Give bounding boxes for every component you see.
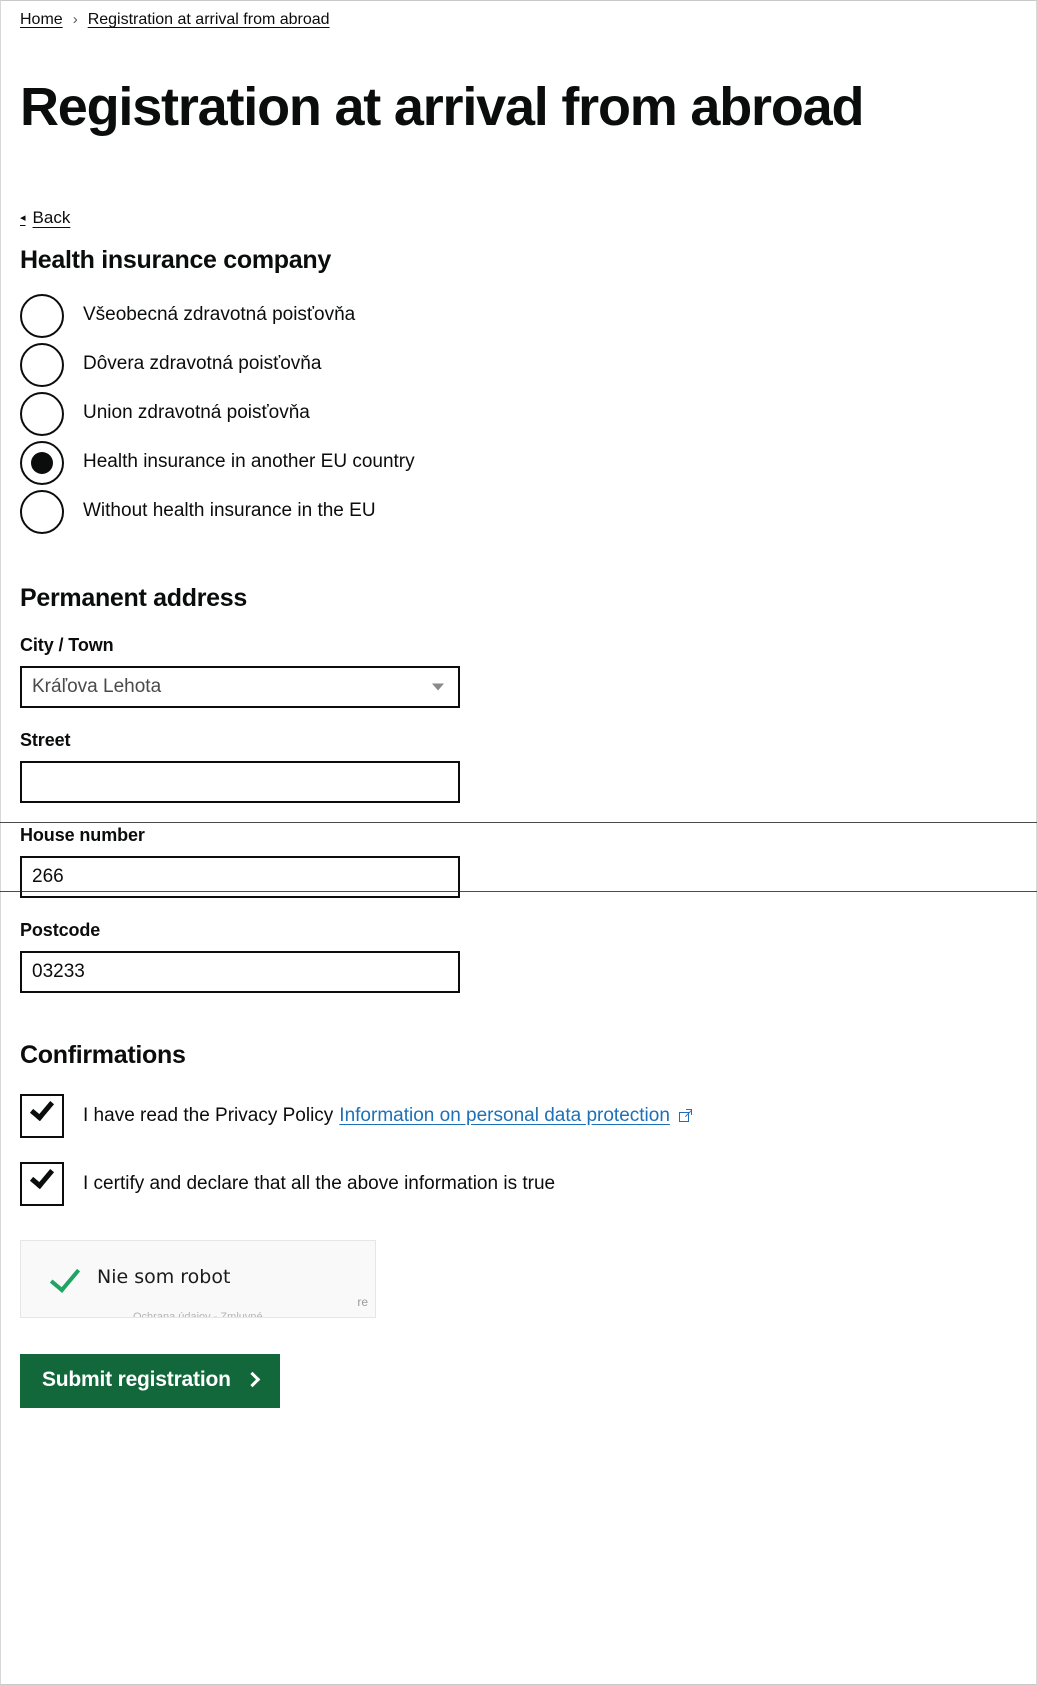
radio-icon[interactable] — [20, 342, 64, 387]
city-select-value: Kráľova Lehota — [32, 676, 162, 698]
confirmations-heading: Confirmations — [20, 1041, 186, 1070]
chevron-down-icon[interactable] — [432, 683, 444, 691]
arrow-left-icon: ◂ — [20, 211, 26, 224]
truth-declaration-checkbox-row[interactable]: I certify and declare that all the above… — [20, 1162, 1017, 1207]
external-link-icon[interactable] — [678, 1109, 692, 1123]
postcode-input[interactable]: 03233 — [20, 951, 460, 994]
house-number-input-value: 266 — [32, 866, 64, 888]
page-title: Registration at arrival from abroad — [20, 77, 864, 137]
privacy-policy-lead-text: I have read the Privacy Policy — [83, 1105, 334, 1127]
personal-data-protection-link[interactable]: Information on personal data protection — [339, 1104, 670, 1128]
privacy-policy-checkbox-row[interactable]: I have read the Privacy Policy Informati… — [20, 1094, 1017, 1139]
radio-option-label: Without health insurance in the EU — [83, 500, 376, 522]
postcode-field-label: Postcode — [20, 920, 101, 941]
postcode-field: Postcode 03233 — [20, 920, 1017, 994]
street-input[interactable] — [20, 761, 460, 804]
truth-declaration-label: I certify and declare that all the above… — [83, 1173, 556, 1195]
chevron-right-icon — [244, 1371, 260, 1388]
page-divider-lower — [0, 891, 1037, 892]
recaptcha-sub-text: Ochrana údajov - Zmluvné — [133, 1311, 263, 1319]
breadcrumb-current-link[interactable]: Registration at arrival from abroad — [88, 10, 330, 30]
radio-icon[interactable] — [20, 489, 64, 534]
page-divider-upper — [0, 822, 1037, 823]
privacy-policy-label: I have read the Privacy Policy Informati… — [83, 1104, 692, 1128]
radio-icon-selected[interactable] — [20, 440, 64, 485]
house-number-input[interactable]: 266 — [20, 856, 460, 899]
health-insurance-heading: Health insurance company — [20, 246, 331, 275]
checkbox-icon-checked[interactable] — [20, 1162, 64, 1207]
radio-option-label: Health insurance in another EU country — [83, 451, 415, 473]
radio-option-other-eu[interactable]: Health insurance in another EU country — [20, 438, 1017, 487]
recaptcha-widget[interactable]: Nie som robot re Ochrana údajov - Zmluvn… — [20, 1240, 376, 1319]
radio-option-no-insurance[interactable]: Without health insurance in the EU — [20, 487, 1017, 536]
chevron-right-icon: › — [72, 11, 78, 28]
radio-option-union[interactable]: Union zdravotná poisťovňa — [20, 389, 1017, 438]
recaptcha-footer-text: re — [357, 1295, 368, 1310]
back-link[interactable]: ◂ Back — [20, 208, 70, 228]
page-content: Home › Registration at arrival from abro… — [0, 0, 1037, 1409]
radio-option-dovera[interactable]: Dôvera zdravotná poisťovňa — [20, 340, 1017, 389]
health-insurance-radio-group: Všeobecná zdravotná poisťovňa Dôvera zdr… — [20, 291, 1017, 536]
radio-option-label: Dôvera zdravotná poisťovňa — [83, 353, 322, 375]
radio-option-label: Union zdravotná poisťovňa — [83, 402, 310, 424]
recaptcha-label: Nie som robot — [97, 1266, 231, 1289]
submit-registration-label: Submit registration — [42, 1368, 231, 1392]
breadcrumb-home-link[interactable]: Home — [20, 10, 63, 30]
radio-icon[interactable] — [20, 293, 64, 338]
postcode-input-value: 03233 — [32, 961, 85, 983]
recaptcha-inner: Nie som robot — [21, 1241, 375, 1290]
house-number-field: House number 266 — [20, 825, 1017, 899]
submit-registration-button[interactable]: Submit registration — [20, 1354, 280, 1409]
radio-option-label: Všeobecná zdravotná poisťovňa — [83, 304, 356, 326]
permanent-address-heading: Permanent address — [20, 584, 247, 613]
street-field-label: Street — [20, 730, 71, 751]
city-select[interactable]: Kráľova Lehota — [20, 666, 460, 709]
house-number-field-label: House number — [20, 825, 145, 846]
breadcrumb: Home › Registration at arrival from abro… — [20, 0, 1017, 30]
city-field-label: City / Town — [20, 635, 114, 656]
radio-option-vseobecna[interactable]: Všeobecná zdravotná poisťovňa — [20, 291, 1017, 340]
street-field: Street — [20, 730, 1017, 804]
recaptcha-verified-check-icon — [48, 1264, 82, 1290]
city-field: City / Town Kráľova Lehota — [20, 635, 1017, 709]
radio-icon[interactable] — [20, 391, 64, 436]
checkbox-icon-checked[interactable] — [20, 1094, 64, 1139]
back-link-label: Back — [32, 208, 71, 228]
